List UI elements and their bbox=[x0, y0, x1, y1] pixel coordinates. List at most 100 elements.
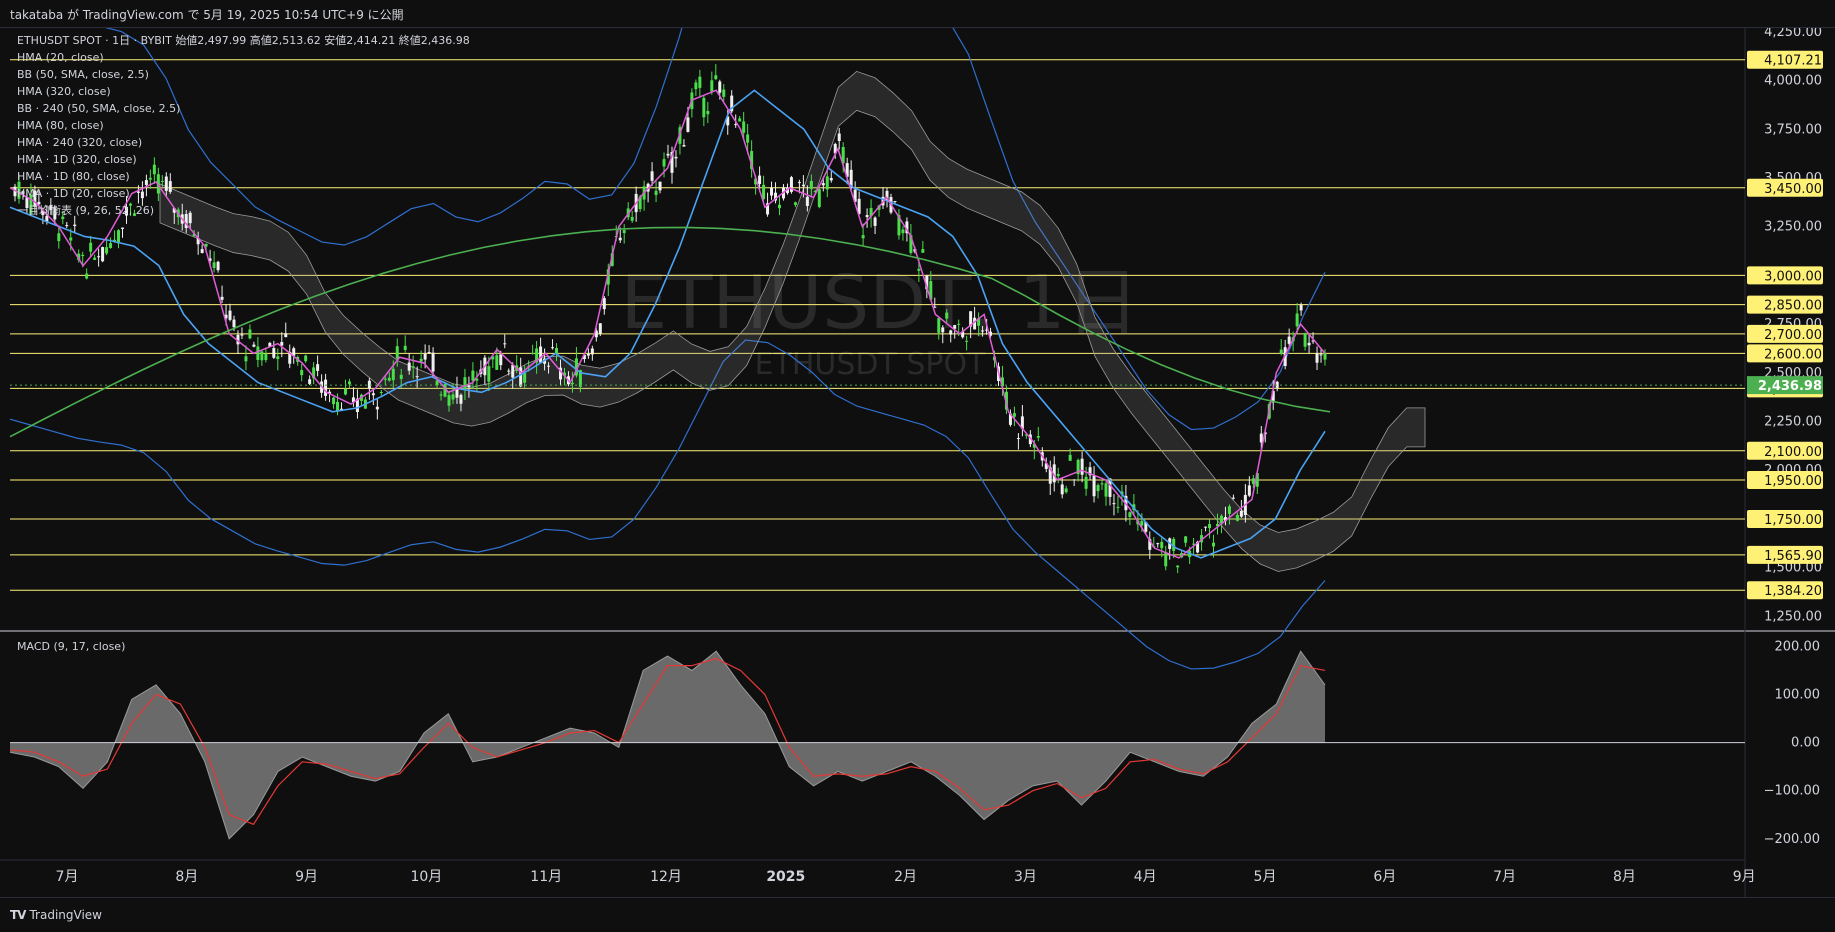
candle-body[interactable] bbox=[252, 344, 256, 347]
candle-body[interactable] bbox=[415, 376, 419, 378]
indicator-legend-item[interactable]: HMA · 240 (320, close) bbox=[17, 134, 470, 151]
candle-body[interactable] bbox=[957, 323, 961, 325]
candle-body[interactable] bbox=[1204, 526, 1208, 528]
candle-body[interactable] bbox=[1164, 552, 1168, 567]
candle-body[interactable] bbox=[742, 121, 746, 133]
candle-body[interactable] bbox=[762, 184, 766, 200]
candle-body[interactable] bbox=[423, 353, 427, 360]
candle-body[interactable] bbox=[212, 262, 216, 268]
candle-body[interactable] bbox=[97, 256, 101, 258]
candle-body[interactable] bbox=[531, 352, 535, 354]
candle-body[interactable] bbox=[1239, 510, 1243, 517]
candle-body[interactable] bbox=[941, 327, 945, 333]
candle-body[interactable] bbox=[547, 365, 551, 367]
candle-body[interactable] bbox=[379, 392, 383, 394]
candle-body[interactable] bbox=[260, 351, 264, 361]
candle-body[interactable] bbox=[901, 229, 905, 234]
candle-body[interactable] bbox=[1176, 565, 1180, 568]
candle-body[interactable] bbox=[590, 348, 594, 355]
indicator-legend-item[interactable]: HMA (20, close) bbox=[17, 49, 470, 66]
candle-body[interactable] bbox=[917, 268, 921, 271]
candle-body[interactable] bbox=[893, 201, 897, 203]
candle-body[interactable] bbox=[399, 374, 403, 379]
candle-body[interactable] bbox=[551, 347, 555, 349]
candle-body[interactable] bbox=[1036, 436, 1040, 438]
candle-body[interactable] bbox=[419, 358, 423, 362]
candle-body[interactable] bbox=[1184, 536, 1188, 543]
candle-body[interactable] bbox=[244, 356, 248, 362]
candle-body[interactable] bbox=[1116, 506, 1120, 508]
candle-body[interactable] bbox=[658, 181, 662, 191]
candle-body[interactable] bbox=[1100, 483, 1104, 485]
candle-body[interactable] bbox=[801, 184, 805, 187]
candle-body[interactable] bbox=[698, 76, 702, 88]
candle-body[interactable] bbox=[1319, 354, 1323, 356]
candle-body[interactable] bbox=[105, 247, 109, 254]
candle-body[interactable] bbox=[1068, 454, 1072, 461]
indicator-legend-item[interactable]: BB · 240 (50, SMA, close, 2.5) bbox=[17, 100, 470, 117]
candle-body[interactable] bbox=[272, 348, 276, 358]
candle-body[interactable] bbox=[965, 340, 969, 342]
candle-body[interactable] bbox=[1156, 543, 1160, 545]
candle-body[interactable] bbox=[73, 224, 77, 227]
candle-body[interactable] bbox=[602, 298, 606, 310]
candle-body[interactable] bbox=[1084, 476, 1088, 489]
candle-body[interactable] bbox=[240, 334, 244, 336]
candle-body[interactable] bbox=[1279, 349, 1283, 354]
candle-body[interactable] bbox=[746, 134, 750, 143]
candle-body[interactable] bbox=[375, 406, 379, 410]
candle-body[interactable] bbox=[1307, 342, 1311, 346]
candle-body[interactable] bbox=[1231, 497, 1235, 499]
candle-body[interactable] bbox=[467, 385, 471, 388]
candle-body[interactable] bbox=[1208, 524, 1212, 529]
candle-body[interactable] bbox=[981, 330, 985, 332]
candle-body[interactable] bbox=[343, 388, 347, 395]
candle-body[interactable] bbox=[109, 243, 113, 248]
candle-body[interactable] bbox=[1247, 485, 1251, 496]
candle-body[interactable] bbox=[758, 175, 762, 184]
candle-body[interactable] bbox=[248, 329, 252, 339]
candle-body[interactable] bbox=[1303, 333, 1307, 347]
candle-body[interactable] bbox=[101, 247, 105, 262]
candle-body[interactable] bbox=[1299, 304, 1303, 311]
candle-body[interactable] bbox=[1219, 515, 1223, 524]
candle-body[interactable] bbox=[686, 117, 690, 132]
candle-body[interactable] bbox=[316, 364, 320, 371]
symbol-label[interactable]: ETHUSDT SPOT · 1日 · BYBIT bbox=[17, 34, 172, 47]
candle-body[interactable] bbox=[1112, 503, 1116, 505]
indicator-legend-item[interactable]: HMA (320, close) bbox=[17, 83, 470, 100]
candle-body[interactable] bbox=[69, 237, 73, 241]
candle-body[interactable] bbox=[654, 190, 658, 196]
candle-body[interactable] bbox=[431, 352, 435, 372]
candle-body[interactable] bbox=[706, 110, 710, 115]
indicator-legend-item[interactable]: HMA (80, close) bbox=[17, 117, 470, 134]
candle-body[interactable] bbox=[1064, 488, 1068, 493]
candle-body[interactable] bbox=[861, 235, 865, 239]
candle-body[interactable] bbox=[451, 394, 455, 400]
candle-body[interactable] bbox=[57, 233, 61, 242]
candle-body[interactable] bbox=[411, 366, 415, 368]
candle-body[interactable] bbox=[427, 352, 431, 354]
candle-body[interactable] bbox=[523, 372, 527, 383]
candle-body[interactable] bbox=[805, 196, 809, 207]
candle-body[interactable] bbox=[447, 395, 451, 406]
candle-body[interactable] bbox=[1235, 515, 1239, 521]
indicator-legend-item[interactable]: HMA · 1D (20, close) bbox=[17, 185, 470, 202]
candle-body[interactable] bbox=[797, 182, 801, 184]
candle-body[interactable] bbox=[618, 237, 622, 241]
candle-body[interactable] bbox=[770, 187, 774, 196]
candle-body[interactable] bbox=[503, 343, 507, 345]
candle-body[interactable] bbox=[1227, 506, 1231, 514]
candle-body[interactable] bbox=[395, 346, 399, 359]
candle-body[interactable] bbox=[674, 156, 678, 159]
candle-body[interactable] bbox=[304, 355, 308, 362]
candle-body[interactable] bbox=[682, 145, 686, 147]
indicator-legend-item[interactable]: BB (50, SMA, close, 2.5) bbox=[17, 66, 470, 83]
candle-body[interactable] bbox=[284, 333, 288, 338]
candle-body[interactable] bbox=[949, 330, 953, 335]
candle-body[interactable] bbox=[921, 249, 925, 253]
candle-body[interactable] bbox=[821, 183, 825, 186]
candle-body[interactable] bbox=[1080, 458, 1084, 475]
candle-body[interactable] bbox=[710, 80, 714, 92]
candle-body[interactable] bbox=[622, 230, 626, 234]
